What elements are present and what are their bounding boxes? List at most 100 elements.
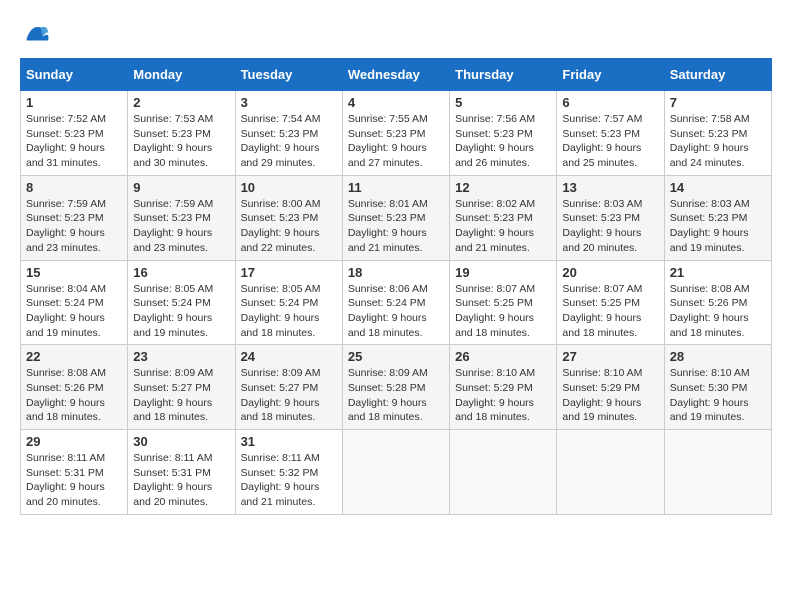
day-number: 16 xyxy=(133,265,229,280)
calendar-cell: 7 Sunrise: 7:58 AM Sunset: 5:23 PM Dayli… xyxy=(664,91,771,176)
calendar-cell: 10 Sunrise: 8:00 AM Sunset: 5:23 PM Dayl… xyxy=(235,175,342,260)
calendar-week-5: 29 Sunrise: 8:11 AM Sunset: 5:31 PM Dayl… xyxy=(21,430,772,515)
calendar-cell: 28 Sunrise: 8:10 AM Sunset: 5:30 PM Dayl… xyxy=(664,345,771,430)
day-info: Sunrise: 8:09 AM Sunset: 5:27 PM Dayligh… xyxy=(241,366,337,425)
day-info: Sunrise: 8:08 AM Sunset: 5:26 PM Dayligh… xyxy=(670,282,766,341)
logo xyxy=(20,20,50,48)
day-number: 4 xyxy=(348,95,444,110)
day-info: Sunrise: 7:58 AM Sunset: 5:23 PM Dayligh… xyxy=(670,112,766,171)
calendar-week-3: 15 Sunrise: 8:04 AM Sunset: 5:24 PM Dayl… xyxy=(21,260,772,345)
day-info: Sunrise: 8:11 AM Sunset: 5:32 PM Dayligh… xyxy=(241,451,337,510)
header-saturday: Saturday xyxy=(664,59,771,91)
header xyxy=(20,20,772,48)
day-number: 29 xyxy=(26,434,122,449)
day-info: Sunrise: 7:59 AM Sunset: 5:23 PM Dayligh… xyxy=(26,197,122,256)
header-friday: Friday xyxy=(557,59,664,91)
day-info: Sunrise: 8:05 AM Sunset: 5:24 PM Dayligh… xyxy=(133,282,229,341)
day-number: 22 xyxy=(26,349,122,364)
day-number: 3 xyxy=(241,95,337,110)
calendar-cell: 4 Sunrise: 7:55 AM Sunset: 5:23 PM Dayli… xyxy=(342,91,449,176)
day-info: Sunrise: 8:11 AM Sunset: 5:31 PM Dayligh… xyxy=(26,451,122,510)
day-number: 21 xyxy=(670,265,766,280)
header-tuesday: Tuesday xyxy=(235,59,342,91)
day-info: Sunrise: 8:04 AM Sunset: 5:24 PM Dayligh… xyxy=(26,282,122,341)
day-number: 11 xyxy=(348,180,444,195)
calendar: SundayMondayTuesdayWednesdayThursdayFrid… xyxy=(20,58,772,515)
calendar-cell: 6 Sunrise: 7:57 AM Sunset: 5:23 PM Dayli… xyxy=(557,91,664,176)
calendar-cell xyxy=(664,430,771,515)
header-wednesday: Wednesday xyxy=(342,59,449,91)
day-number: 31 xyxy=(241,434,337,449)
day-number: 17 xyxy=(241,265,337,280)
day-number: 23 xyxy=(133,349,229,364)
day-info: Sunrise: 8:09 AM Sunset: 5:28 PM Dayligh… xyxy=(348,366,444,425)
day-number: 30 xyxy=(133,434,229,449)
calendar-cell xyxy=(342,430,449,515)
day-info: Sunrise: 8:05 AM Sunset: 5:24 PM Dayligh… xyxy=(241,282,337,341)
calendar-cell: 25 Sunrise: 8:09 AM Sunset: 5:28 PM Dayl… xyxy=(342,345,449,430)
day-info: Sunrise: 8:08 AM Sunset: 5:26 PM Dayligh… xyxy=(26,366,122,425)
calendar-cell: 9 Sunrise: 7:59 AM Sunset: 5:23 PM Dayli… xyxy=(128,175,235,260)
calendar-cell: 24 Sunrise: 8:09 AM Sunset: 5:27 PM Dayl… xyxy=(235,345,342,430)
calendar-cell: 17 Sunrise: 8:05 AM Sunset: 5:24 PM Dayl… xyxy=(235,260,342,345)
day-info: Sunrise: 8:02 AM Sunset: 5:23 PM Dayligh… xyxy=(455,197,551,256)
day-number: 13 xyxy=(562,180,658,195)
header-monday: Monday xyxy=(128,59,235,91)
day-info: Sunrise: 7:55 AM Sunset: 5:23 PM Dayligh… xyxy=(348,112,444,171)
header-sunday: Sunday xyxy=(21,59,128,91)
day-number: 20 xyxy=(562,265,658,280)
calendar-cell: 5 Sunrise: 7:56 AM Sunset: 5:23 PM Dayli… xyxy=(450,91,557,176)
header-thursday: Thursday xyxy=(450,59,557,91)
day-number: 9 xyxy=(133,180,229,195)
day-number: 8 xyxy=(26,180,122,195)
calendar-cell: 29 Sunrise: 8:11 AM Sunset: 5:31 PM Dayl… xyxy=(21,430,128,515)
calendar-cell: 21 Sunrise: 8:08 AM Sunset: 5:26 PM Dayl… xyxy=(664,260,771,345)
calendar-cell: 3 Sunrise: 7:54 AM Sunset: 5:23 PM Dayli… xyxy=(235,91,342,176)
day-number: 7 xyxy=(670,95,766,110)
day-number: 1 xyxy=(26,95,122,110)
day-info: Sunrise: 8:11 AM Sunset: 5:31 PM Dayligh… xyxy=(133,451,229,510)
day-info: Sunrise: 7:56 AM Sunset: 5:23 PM Dayligh… xyxy=(455,112,551,171)
calendar-cell: 26 Sunrise: 8:10 AM Sunset: 5:29 PM Dayl… xyxy=(450,345,557,430)
day-info: Sunrise: 8:07 AM Sunset: 5:25 PM Dayligh… xyxy=(562,282,658,341)
day-info: Sunrise: 7:53 AM Sunset: 5:23 PM Dayligh… xyxy=(133,112,229,171)
day-info: Sunrise: 7:57 AM Sunset: 5:23 PM Dayligh… xyxy=(562,112,658,171)
day-info: Sunrise: 8:10 AM Sunset: 5:29 PM Dayligh… xyxy=(562,366,658,425)
day-number: 25 xyxy=(348,349,444,364)
calendar-cell: 30 Sunrise: 8:11 AM Sunset: 5:31 PM Dayl… xyxy=(128,430,235,515)
calendar-cell: 20 Sunrise: 8:07 AM Sunset: 5:25 PM Dayl… xyxy=(557,260,664,345)
calendar-cell xyxy=(450,430,557,515)
day-info: Sunrise: 7:54 AM Sunset: 5:23 PM Dayligh… xyxy=(241,112,337,171)
day-number: 6 xyxy=(562,95,658,110)
day-number: 12 xyxy=(455,180,551,195)
day-number: 10 xyxy=(241,180,337,195)
day-number: 5 xyxy=(455,95,551,110)
day-info: Sunrise: 8:07 AM Sunset: 5:25 PM Dayligh… xyxy=(455,282,551,341)
calendar-week-4: 22 Sunrise: 8:08 AM Sunset: 5:26 PM Dayl… xyxy=(21,345,772,430)
day-info: Sunrise: 8:10 AM Sunset: 5:30 PM Dayligh… xyxy=(670,366,766,425)
calendar-cell: 14 Sunrise: 8:03 AM Sunset: 5:23 PM Dayl… xyxy=(664,175,771,260)
calendar-cell: 1 Sunrise: 7:52 AM Sunset: 5:23 PM Dayli… xyxy=(21,91,128,176)
day-number: 28 xyxy=(670,349,766,364)
day-number: 26 xyxy=(455,349,551,364)
day-number: 19 xyxy=(455,265,551,280)
calendar-cell: 22 Sunrise: 8:08 AM Sunset: 5:26 PM Dayl… xyxy=(21,345,128,430)
calendar-cell xyxy=(557,430,664,515)
day-info: Sunrise: 7:52 AM Sunset: 5:23 PM Dayligh… xyxy=(26,112,122,171)
calendar-cell: 12 Sunrise: 8:02 AM Sunset: 5:23 PM Dayl… xyxy=(450,175,557,260)
day-info: Sunrise: 8:03 AM Sunset: 5:23 PM Dayligh… xyxy=(562,197,658,256)
calendar-cell: 11 Sunrise: 8:01 AM Sunset: 5:23 PM Dayl… xyxy=(342,175,449,260)
calendar-cell: 23 Sunrise: 8:09 AM Sunset: 5:27 PM Dayl… xyxy=(128,345,235,430)
calendar-cell: 13 Sunrise: 8:03 AM Sunset: 5:23 PM Dayl… xyxy=(557,175,664,260)
day-number: 24 xyxy=(241,349,337,364)
calendar-week-2: 8 Sunrise: 7:59 AM Sunset: 5:23 PM Dayli… xyxy=(21,175,772,260)
calendar-cell: 27 Sunrise: 8:10 AM Sunset: 5:29 PM Dayl… xyxy=(557,345,664,430)
day-info: Sunrise: 7:59 AM Sunset: 5:23 PM Dayligh… xyxy=(133,197,229,256)
calendar-cell: 15 Sunrise: 8:04 AM Sunset: 5:24 PM Dayl… xyxy=(21,260,128,345)
day-number: 27 xyxy=(562,349,658,364)
day-info: Sunrise: 8:09 AM Sunset: 5:27 PM Dayligh… xyxy=(133,366,229,425)
day-info: Sunrise: 8:01 AM Sunset: 5:23 PM Dayligh… xyxy=(348,197,444,256)
calendar-cell: 31 Sunrise: 8:11 AM Sunset: 5:32 PM Dayl… xyxy=(235,430,342,515)
day-info: Sunrise: 8:00 AM Sunset: 5:23 PM Dayligh… xyxy=(241,197,337,256)
calendar-cell: 8 Sunrise: 7:59 AM Sunset: 5:23 PM Dayli… xyxy=(21,175,128,260)
